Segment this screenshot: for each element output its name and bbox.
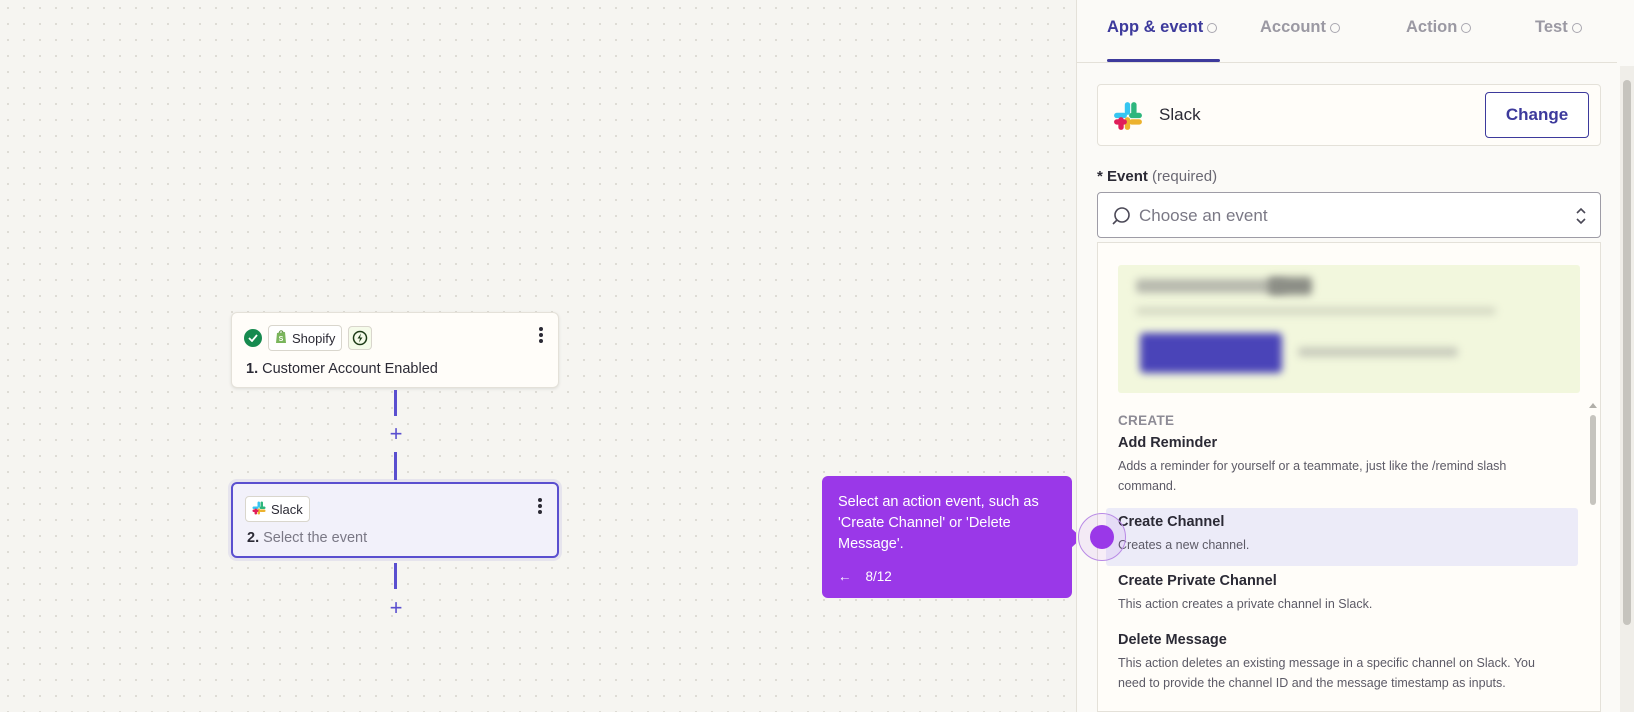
event-select[interactable]: Choose an event	[1097, 192, 1601, 238]
panel-scroll-thumb[interactable]	[1623, 80, 1631, 625]
tab-app-event-label: App & event	[1107, 18, 1204, 36]
event-select-placeholder: Choose an event	[1139, 206, 1268, 225]
required-hint: (required)	[1152, 168, 1218, 185]
app-name: Slack	[1159, 105, 1201, 124]
slack-logo-icon	[252, 501, 266, 518]
tooltip-message: Select an action event, such as 'Create …	[838, 494, 1039, 552]
promo-banner	[1118, 265, 1580, 393]
tab-test[interactable]: Test	[1535, 18, 1582, 37]
step-1-event: Customer Account Enabled	[262, 361, 438, 377]
event-option-description: This action creates a private channel in…	[1118, 597, 1373, 611]
step-2-app-label: Slack	[271, 501, 303, 517]
event-option[interactable]: Add Reminder Adds a reminder for yoursel…	[1106, 429, 1578, 502]
step-2-number: 2.	[247, 530, 260, 546]
selected-app-card: Slack Change	[1097, 84, 1601, 146]
check-circle-icon	[244, 329, 262, 347]
status-circle-icon	[1330, 22, 1340, 33]
event-label-text: Event	[1107, 168, 1148, 185]
tab-action[interactable]: Action	[1406, 18, 1472, 37]
event-option[interactable]: Create Private Channel This action creat…	[1106, 567, 1578, 620]
more-vertical-icon[interactable]	[537, 496, 543, 516]
status-circle-icon	[1571, 22, 1582, 33]
status-circle-icon	[1207, 22, 1218, 33]
event-dropdown: CREATE Add Reminder Adds a reminder for …	[1097, 242, 1601, 712]
tab-app-event[interactable]: App & event	[1107, 18, 1218, 37]
shopify-app-chip: S Shopify	[268, 325, 343, 351]
tooltip-nav: ← 8/12	[838, 569, 892, 584]
tab-account[interactable]: Account	[1260, 18, 1340, 37]
event-option-description: Adds a reminder for yourself or a teamma…	[1118, 459, 1507, 493]
step-1-card[interactable]: S Shopify 1. Customer Account Enabled	[231, 312, 559, 388]
connector-line	[394, 563, 397, 589]
slack-logo-icon	[1113, 101, 1143, 136]
panel-tabs: App & event Account Action Test	[1077, 0, 1617, 63]
event-option-title: Delete Message	[1118, 632, 1227, 648]
tab-account-label: Account	[1260, 18, 1326, 36]
active-tab-indicator	[1107, 59, 1220, 62]
dropdown-scrollbar[interactable]	[1588, 401, 1598, 711]
step-2-card[interactable]: Slack 2. Select the event	[231, 482, 559, 558]
tour-pulse-dot[interactable]	[1090, 525, 1114, 549]
step-1-number: 1.	[246, 361, 259, 377]
scroll-up-icon[interactable]	[1589, 403, 1597, 408]
event-option-title: Add Reminder	[1118, 435, 1218, 451]
step-config-panel: App & event Account Action Test Slack Ch…	[1076, 0, 1634, 712]
more-vertical-icon[interactable]	[538, 325, 544, 345]
panel-scrollbar[interactable]	[1620, 66, 1634, 712]
slack-app-chip: Slack	[245, 496, 310, 522]
event-option-description: This action deletes an existing message …	[1118, 656, 1535, 690]
change-app-button[interactable]: Change	[1485, 92, 1589, 138]
connector-line	[394, 452, 397, 480]
event-option-description: Creates a new channel.	[1118, 538, 1250, 552]
search-icon	[1110, 205, 1132, 232]
tab-action-label: Action	[1406, 18, 1458, 36]
instant-trigger-icon	[348, 326, 373, 350]
step-1-title: 1. Customer Account Enabled	[246, 361, 438, 377]
event-option-title: Create Channel	[1118, 514, 1225, 530]
tooltip-progress: 8/12	[865, 569, 892, 584]
event-field-label: * Event (required)	[1097, 168, 1217, 185]
step-2-event: Select the event	[263, 530, 368, 546]
event-option[interactable]: Delete Message This action deletes an ex…	[1106, 626, 1578, 699]
step-2-title: 2. Select the event	[247, 530, 367, 546]
tab-test-label: Test	[1535, 18, 1568, 36]
svg-text:S: S	[279, 336, 284, 343]
add-step-button[interactable]: +	[386, 423, 406, 445]
event-option[interactable]: Create Channel Creates a new channel.	[1106, 508, 1578, 566]
section-header-create: CREATE	[1118, 413, 1175, 428]
shopify-logo-icon: S	[275, 329, 287, 347]
event-option-title: Create Private Channel	[1118, 573, 1277, 589]
guide-tooltip: Select an action event, such as 'Create …	[822, 476, 1082, 598]
back-arrow-icon[interactable]: ←	[838, 569, 852, 584]
connector-line	[394, 390, 397, 416]
add-step-button[interactable]: +	[386, 597, 406, 619]
chevron-up-down-icon	[1574, 205, 1588, 232]
dropdown-scroll-thumb[interactable]	[1590, 415, 1596, 505]
required-asterisk: *	[1097, 168, 1103, 185]
step-1-app-label: Shopify	[292, 330, 336, 346]
status-circle-icon	[1461, 22, 1472, 33]
